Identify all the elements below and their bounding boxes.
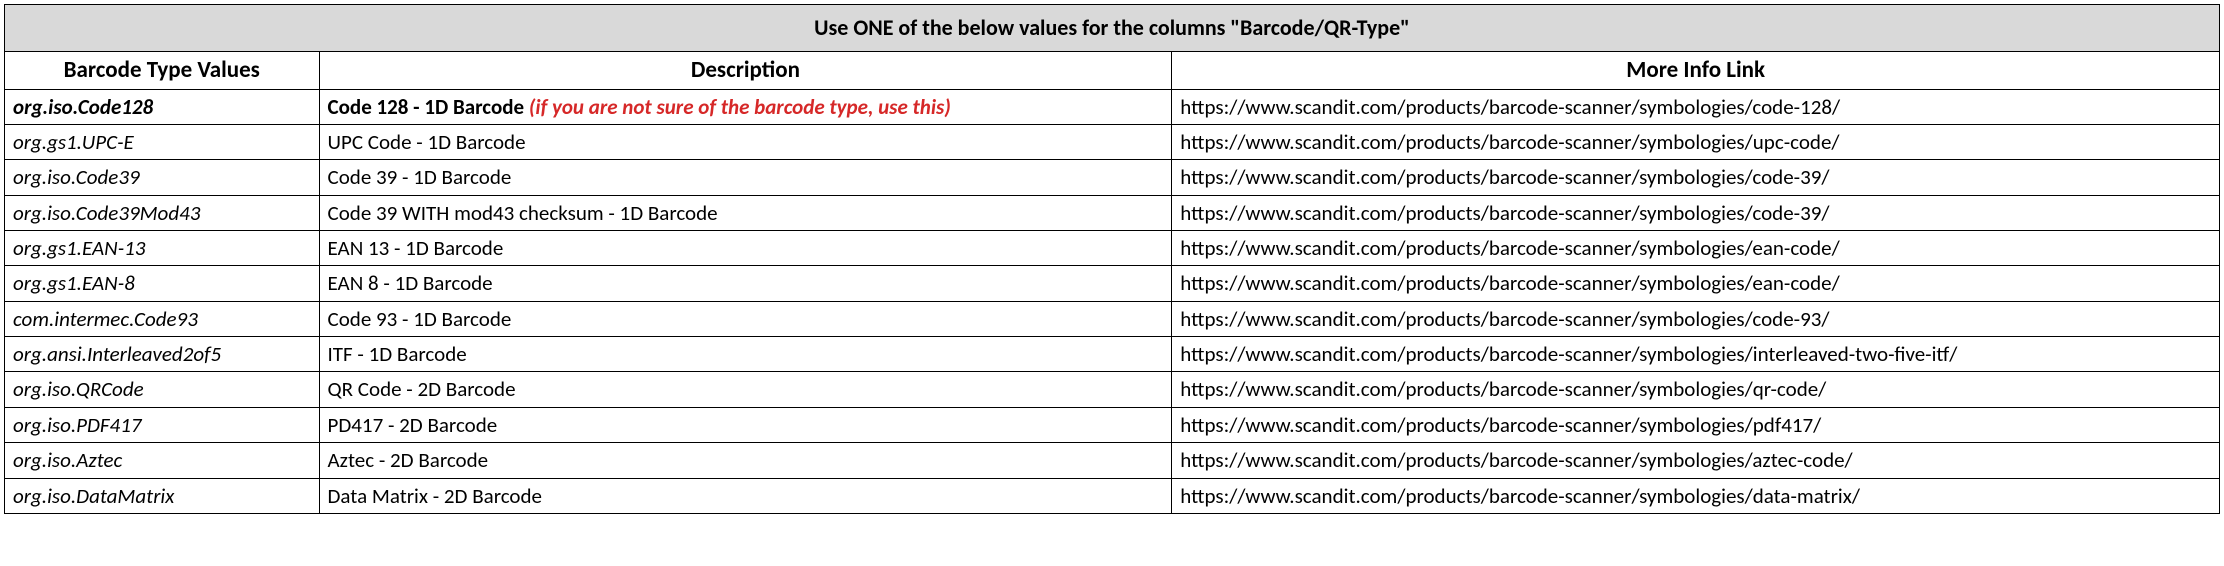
cell-description: PD417 - 2D Barcode <box>319 407 1172 442</box>
cell-link: https://www.scandit.com/products/barcode… <box>1172 266 2220 301</box>
table-title-row: Use ONE of the below values for the colu… <box>5 5 2220 52</box>
table-row: org.iso.Code39 Code 39 - 1D Barcode https:… <box>5 160 2220 195</box>
table-row: org.iso.Code128Code 128 - 1D Barcode (if… <box>5 89 2220 124</box>
cell-type: org.ansi.Interleaved2of5 <box>5 337 320 372</box>
cell-link: https://www.scandit.com/products/barcode… <box>1172 160 2220 195</box>
table-title: Use ONE of the below values for the colu… <box>5 5 2220 52</box>
cell-link: https://www.scandit.com/products/barcode… <box>1172 301 2220 336</box>
table-header-row: Barcode Type Values Description More Inf… <box>5 51 2220 89</box>
table-row: org.gs1.EAN-13 EAN 13 - 1D Barcode https:/… <box>5 231 2220 266</box>
cell-link: https://www.scandit.com/products/barcode… <box>1172 337 2220 372</box>
cell-type: com.intermec.Code93 <box>5 301 320 336</box>
cell-type: org.iso.Aztec <box>5 443 320 478</box>
table-row: org.gs1.EAN-8 EAN 8 - 1D Barcode https://w… <box>5 266 2220 301</box>
description-text: ITF - 1D Barcode <box>328 341 467 367</box>
cell-link: https://www.scandit.com/products/barcode… <box>1172 407 2220 442</box>
cell-type: org.gs1.EAN-8 <box>5 266 320 301</box>
cell-description: Code 128 - 1D Barcode (if you are not su… <box>319 89 1172 124</box>
cell-description: Code 93 - 1D Barcode <box>319 301 1172 336</box>
table-row: org.gs1.UPC-E UPC Code - 1D Barcode https:… <box>5 125 2220 160</box>
header-link: More Info Link <box>1172 51 2220 89</box>
cell-type: org.iso.PDF417 <box>5 407 320 442</box>
cell-type: org.gs1.UPC-E <box>5 125 320 160</box>
cell-description: Code 39 - 1D Barcode <box>319 160 1172 195</box>
description-text: Code 39 WITH mod43 checksum - 1D Barcode <box>328 200 718 226</box>
cell-description: EAN 13 - 1D Barcode <box>319 231 1172 266</box>
cell-type: org.iso.Code39Mod43 <box>5 195 320 230</box>
cell-link: https://www.scandit.com/products/barcode… <box>1172 372 2220 407</box>
description-text: EAN 13 - 1D Barcode <box>328 235 504 261</box>
cell-description: QR Code - 2D Barcode <box>319 372 1172 407</box>
description-hint: (if you are not sure of the barcode type… <box>529 94 951 120</box>
description-text: Code 39 - 1D Barcode <box>328 164 512 190</box>
table-row: org.iso.DataMatrix Data Matrix - 2D Barco… <box>5 478 2220 513</box>
description-text: Data Matrix - 2D Barcode <box>328 483 542 509</box>
cell-description: Aztec - 2D Barcode <box>319 443 1172 478</box>
header-type: Barcode Type Values <box>5 51 320 89</box>
cell-description: ITF - 1D Barcode <box>319 337 1172 372</box>
description-text: EAN 8 - 1D Barcode <box>328 270 493 296</box>
description-text: PD417 - 2D Barcode <box>328 412 498 438</box>
cell-type: org.gs1.EAN-13 <box>5 231 320 266</box>
description-text: Code 128 - 1D Barcode <box>328 94 529 120</box>
cell-link: https://www.scandit.com/products/barcode… <box>1172 89 2220 124</box>
cell-description: Data Matrix - 2D Barcode <box>319 478 1172 513</box>
cell-description: Code 39 WITH mod43 checksum - 1D Barcode <box>319 195 1172 230</box>
cell-type: org.iso.DataMatrix <box>5 478 320 513</box>
description-text: Aztec - 2D Barcode <box>328 447 489 473</box>
table-row: org.iso.QRCode QR Code - 2D Barcode https:… <box>5 372 2220 407</box>
description-text: QR Code - 2D Barcode <box>328 376 516 402</box>
cell-description: EAN 8 - 1D Barcode <box>319 266 1172 301</box>
cell-type: org.iso.Code128 <box>5 89 320 124</box>
cell-link: https://www.scandit.com/products/barcode… <box>1172 231 2220 266</box>
description-text: UPC Code - 1D Barcode <box>328 129 526 155</box>
cell-type: org.iso.Code39 <box>5 160 320 195</box>
barcode-types-table: Use ONE of the below values for the colu… <box>4 4 2220 514</box>
description-text: Code 93 - 1D Barcode <box>328 306 512 332</box>
cell-type: org.iso.QRCode <box>5 372 320 407</box>
cell-link: https://www.scandit.com/products/barcode… <box>1172 195 2220 230</box>
table-row: com.intermec.Code93 Code 93 - 1D Barcode h… <box>5 301 2220 336</box>
table-row: org.iso.Aztec Aztec - 2D Barcode https://w… <box>5 443 2220 478</box>
cell-description: UPC Code - 1D Barcode <box>319 125 1172 160</box>
cell-link: https://www.scandit.com/products/barcode… <box>1172 478 2220 513</box>
table-row: org.iso.Code39Mod43 Code 39 WITH mod43 ch… <box>5 195 2220 230</box>
cell-link: https://www.scandit.com/products/barcode… <box>1172 125 2220 160</box>
table-row: org.ansi.Interleaved2of5 ITF - 1D Barcode… <box>5 337 2220 372</box>
cell-link: https://www.scandit.com/products/barcode… <box>1172 443 2220 478</box>
header-desc: Description <box>319 51 1172 89</box>
table-row: org.iso.PDF417 PD417 - 2D Barcode https://… <box>5 407 2220 442</box>
